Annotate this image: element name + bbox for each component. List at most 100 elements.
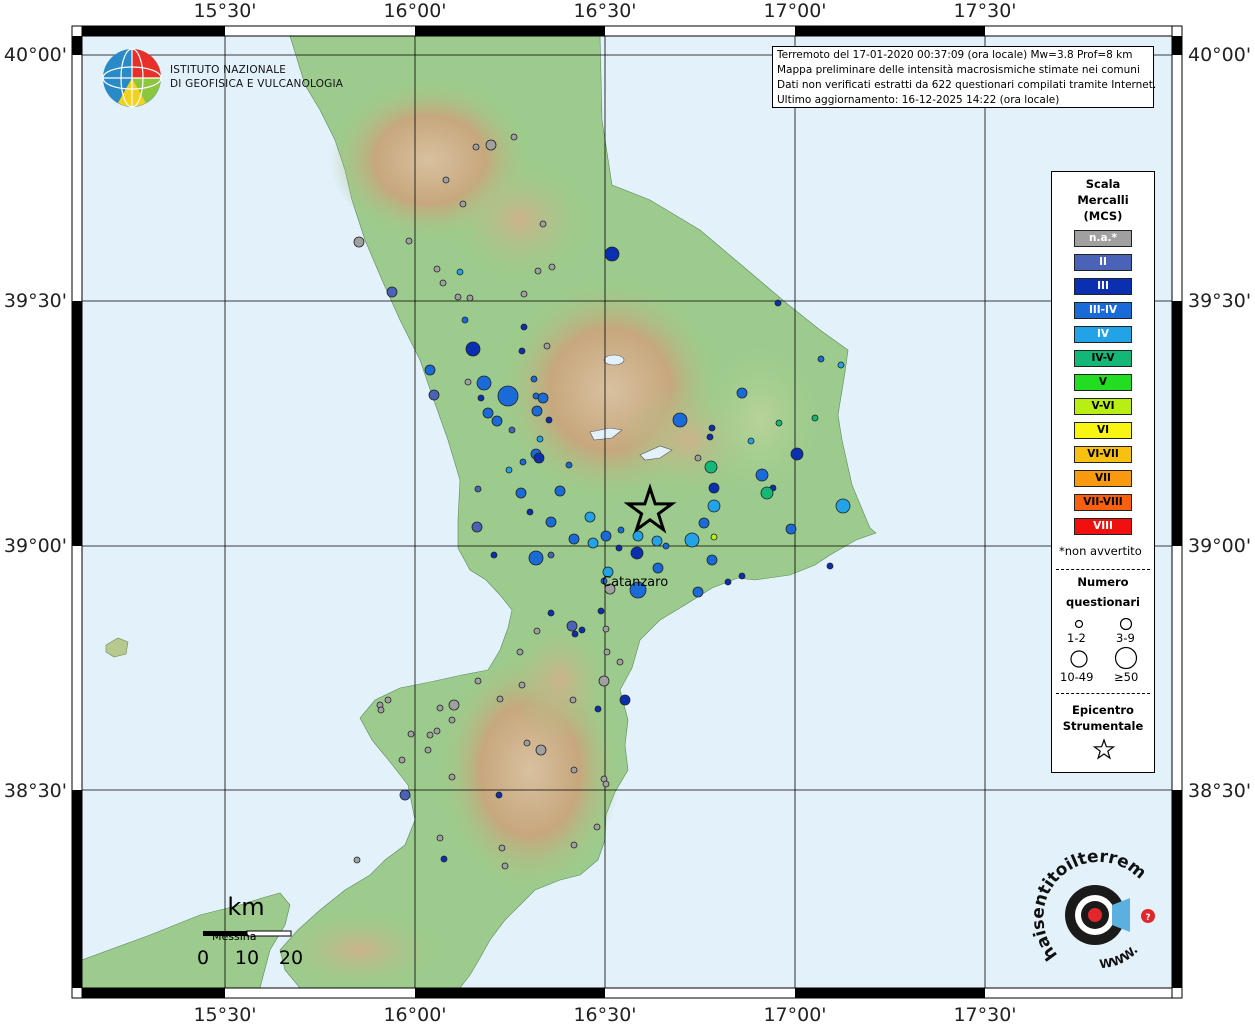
intensity-point [571,630,579,638]
top-label-1530: 15°30' [193,0,256,22]
intensity-point [497,385,519,407]
legend-num-title-1: Numero [1077,575,1129,589]
intensity-point [593,823,601,831]
intensity-point [604,246,620,262]
intensity-point [694,454,702,462]
intensity-point [505,466,513,474]
intensity-point [508,426,516,434]
intensity-point [708,424,716,432]
scalebar-tick-0: 0 [197,947,209,969]
size-label-10-49: 10-49 [1060,670,1094,684]
intensity-point [619,694,631,706]
legend-swatch-v-vi: V-VI [1074,398,1132,415]
relief-north [450,160,590,280]
intensity-point [547,551,555,559]
intensity-point [826,562,834,570]
intensity-point [651,535,663,547]
intensity-point [594,705,602,713]
intensity-point [461,316,469,324]
city-label-catanzaro: Catanzaro [602,575,668,590]
size-symbol-3-9 [1119,617,1133,631]
legend-title-1: Scala [1085,177,1121,191]
scalebar-tick-20: 20 [279,947,303,969]
legend-title-3: (MCS) [1083,209,1123,223]
info-line-4: Ultimo aggiornamento: 16-12-2025 14:22 (… [777,94,1060,106]
intensity-point [520,323,528,331]
intensity-point [534,267,542,275]
top-label-1700: 17°00' [763,0,826,22]
info-box: Terremoto del 17-01-2020 00:37:09 (ora l… [772,46,1156,108]
size-symbol-50 [1114,646,1138,670]
intensity-point [464,378,472,386]
intensity-point [706,554,718,566]
bottom-label-1630: 16°30' [573,1004,636,1024]
intensity-point [537,392,549,404]
legend-num-title-2: questionari [1066,595,1140,609]
intensity-point [790,447,804,461]
intensity-point [760,486,774,500]
ingv-name: ISTITUTO NAZIONALE DI GEOFISICA E VULCAN… [170,63,343,91]
intensity-point [474,485,482,493]
left-label-3830: 38°30' [4,780,67,802]
intensity-point [548,263,556,271]
legend-divider-1 [1056,569,1150,570]
intensity-point [774,299,782,307]
left-label-3900: 39°00' [4,535,67,557]
intensity-point [755,468,769,482]
intensity-point [501,862,509,870]
intensity-point [617,526,625,534]
intensity-point [817,355,825,363]
intensity-point [428,389,440,401]
svg-text:?: ? [1145,913,1150,923]
intensity-point [476,375,492,391]
top-label-1600: 16°00' [383,0,446,22]
intensity-point [672,412,688,428]
intensity-point [692,586,704,598]
size-symbol-1-2 [1074,619,1084,629]
frame-bar-v [72,301,82,546]
intensity-point [543,342,551,350]
frame-bar-h [795,988,985,998]
intensity-point [353,236,365,248]
frame-bar-v [1172,301,1182,546]
right-label-3930: 39°30' [1188,290,1251,312]
scalebar-unit: km [227,893,264,921]
intensity-point [545,516,557,528]
intensity-point [440,855,448,863]
legend: Scala Mercalli (MCS) n.a.* II III III-IV IV I… [1051,171,1155,773]
intensity-point [439,279,447,287]
intensity-point [707,499,721,513]
legend-star-icon [1092,738,1116,760]
lake-cecita [603,354,625,366]
intensity-point [630,546,644,560]
intensity-point [710,533,718,541]
intensity-point [775,419,783,427]
intensity-point [442,176,450,184]
intensity-point [602,625,610,633]
bottom-label-1730: 17°30' [953,1004,1016,1024]
intensity-point [566,620,578,632]
intensity-point [528,550,544,566]
intensity-point [568,533,580,545]
intensity-point [570,766,578,774]
legend-divider-2 [1056,693,1150,694]
intensity-point [459,200,467,208]
frame-bar-h [415,26,605,36]
intensity-point [433,265,441,273]
intensity-point [520,290,528,298]
size-label-50: ≥50 [1114,670,1139,684]
bottom-label-1530: 15°30' [193,1004,256,1024]
legend-swatch-v: V [1074,374,1132,391]
intensity-point [547,609,555,617]
bottom-label-1700: 17°00' [763,1004,826,1024]
legend-title-2: Mercalli [1077,193,1129,207]
intensity-point [519,458,527,466]
intensity-point [578,626,586,634]
intensity-point [482,407,494,419]
intensity-point [570,841,578,849]
intensity-point [533,627,541,635]
legend-epi-title-1: Epicentro [1072,703,1134,717]
intensity-point [496,695,504,703]
intensity-point [736,387,748,399]
intensity-point [515,487,527,499]
